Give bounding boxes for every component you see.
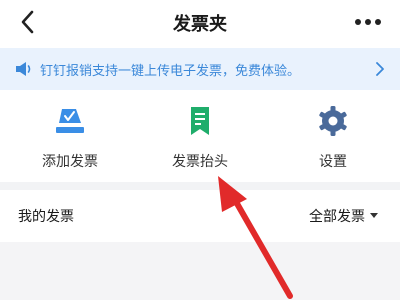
invoice-title-label: 发票抬头 <box>172 154 228 170</box>
more-dots-icon[interactable] <box>353 12 383 32</box>
invoice-title-button[interactable]: 发票抬头 <box>150 90 250 182</box>
section-title: 我的发票 <box>18 209 74 225</box>
settings-button[interactable]: 设置 <box>283 90 383 182</box>
invoice-list-area <box>0 242 400 300</box>
settings-label: 设置 <box>319 154 347 170</box>
page-title: 发票夹 <box>173 14 227 35</box>
promo-banner[interactable]: 钉钉报销支持一键上传电子发票，免费体验。 <box>0 48 400 90</box>
add-invoice-button[interactable]: 添加发票 <box>20 90 120 182</box>
gear-icon <box>319 106 347 136</box>
add-invoice-label: 添加发票 <box>42 154 98 170</box>
add-invoice-icon <box>56 109 84 133</box>
section-divider <box>0 182 400 190</box>
caret-down-icon <box>370 213 378 218</box>
speaker-icon <box>16 62 31 76</box>
invoice-title-bookmark-icon <box>191 107 209 135</box>
quick-actions: 添加发票 发票抬头 设置 <box>0 90 400 182</box>
chevron-right-icon[interactable] <box>374 62 386 76</box>
header-bar: 发票夹 <box>0 0 400 44</box>
filter-label: 全部发票 <box>309 209 365 225</box>
my-invoices-header: 我的发票 全部发票 <box>0 190 400 242</box>
invoice-filter-dropdown[interactable]: 全部发票 <box>309 206 378 226</box>
banner-text: 钉钉报销支持一键上传电子发票，免费体验。 <box>40 64 301 79</box>
